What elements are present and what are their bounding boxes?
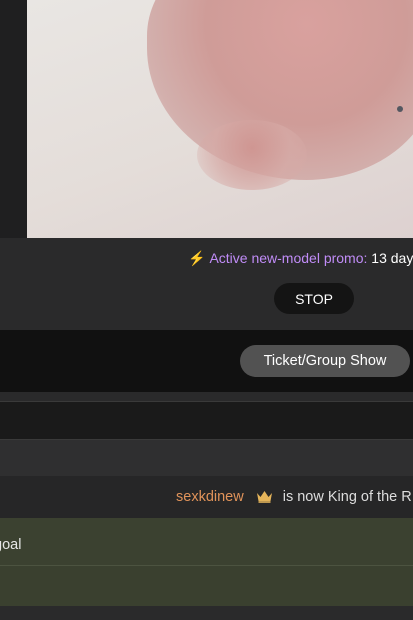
goal-text: goal (0, 537, 22, 553)
chat-input-area[interactable] (0, 401, 413, 440)
promo-banner: ⚡Active new-model promo: 13 days (188, 250, 413, 267)
king-message-text: is now King of the R (282, 489, 412, 505)
video-content-shade (197, 120, 307, 190)
king-message: sexkdinew is now King of the R (176, 489, 412, 507)
crown-icon (256, 490, 273, 507)
chat-tabs-row (0, 440, 413, 476)
ticket-group-show-button[interactable]: Ticket/Group Show (240, 345, 410, 377)
promo-label: Active new-model promo: (209, 250, 368, 266)
lightning-bolt-icon: ⚡ (188, 250, 206, 266)
left-panel-edge (0, 0, 27, 238)
divider (0, 392, 413, 401)
bottom-divider (0, 606, 413, 620)
goal-row (0, 518, 413, 566)
video-speck (397, 106, 403, 112)
promo-value: 13 days (371, 250, 413, 266)
stop-button[interactable]: STOP (274, 283, 354, 314)
video-stream[interactable] (27, 0, 413, 238)
goal-progress-row (0, 566, 413, 606)
username-link[interactable]: sexkdinew (176, 489, 244, 505)
